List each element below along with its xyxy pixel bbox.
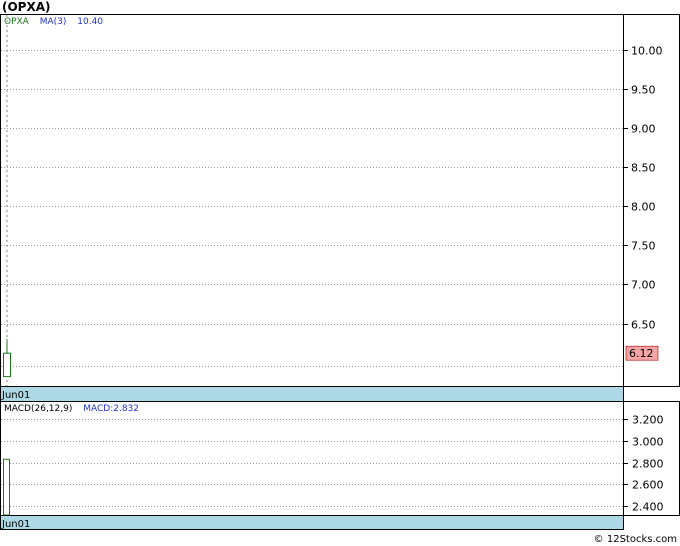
legend-ma: MA(3) — [40, 17, 67, 27]
legend-macd-params: MACD(26,12,9) — [4, 404, 72, 414]
macd-legend: MACD(26,12,9) MACD:2.832 — [4, 404, 139, 414]
macd-date-label: Jun01 — [1, 519, 30, 530]
legend-macd-value: MACD:2.832 — [83, 404, 139, 414]
price-tick-label: 9.00 — [631, 123, 656, 136]
price-tick-label: 8.50 — [631, 162, 656, 175]
macd-tick-label: 2.600 — [632, 479, 664, 492]
macd-bar — [3, 458, 10, 516]
chart-title: (OPXA) — [2, 0, 51, 14]
price-tick-label: 7.00 — [631, 279, 656, 292]
price-panel: 10.00 9.50 9.00 8.50 8.00 7.50 7.00 6.50 OPXA M… — [0, 14, 680, 402]
macd-tick-label: 3.200 — [632, 414, 664, 427]
macd-tick-label: 2.800 — [632, 458, 664, 471]
price-tick-label: 9.50 — [631, 84, 656, 97]
macd-date-band — [0, 515, 624, 530]
macd-panel: 3.200 3.000 2.800 2.600 2.400 MACD(26,12,9) … — [0, 401, 680, 530]
price-tick-label: 6.50 — [631, 319, 656, 332]
price-date-label: Jun01 — [1, 390, 30, 401]
macd-tick-label: 2.400 — [632, 501, 664, 514]
macd-y-axis-ticks: 3.200 3.000 2.800 2.600 2.400 — [623, 414, 664, 514]
last-price-label: 6.12 — [629, 347, 654, 360]
macd-tick-label: 3.000 — [632, 436, 664, 449]
price-legend: OPXA MA(3) 10.40 — [4, 17, 103, 27]
price-plot-area — [0, 14, 624, 387]
price-tick-label: 8.00 — [631, 201, 656, 214]
legend-opxa: OPXA — [4, 17, 30, 27]
macd-plot-area — [0, 401, 624, 516]
price-tick-label: 10.00 — [631, 45, 663, 58]
legend-ma-value: 10.40 — [77, 17, 103, 27]
macd-bars — [3, 458, 10, 516]
price-tick-label: 7.50 — [631, 240, 656, 253]
candle-body — [3, 352, 11, 378]
credit-text: © 12Stocks.com — [594, 534, 677, 545]
last-price-marker: 6.12 — [625, 345, 659, 361]
price-date-band — [0, 386, 624, 402]
price-y-axis-ticks: 10.00 9.50 9.00 8.50 8.00 7.50 7.00 6.50 — [623, 45, 663, 332]
